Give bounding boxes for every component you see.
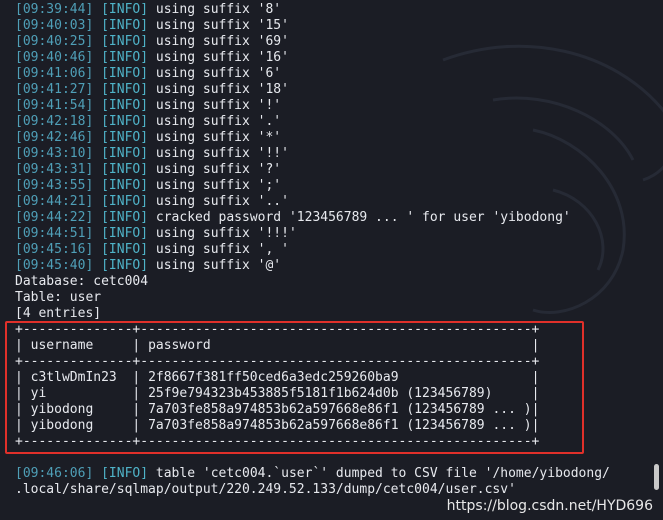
timestamp: [09:41:27] bbox=[15, 82, 94, 97]
timestamp: [09:41:54] bbox=[15, 98, 94, 113]
log-level: [INFO] bbox=[101, 82, 149, 97]
log-level: [INFO] bbox=[101, 226, 149, 241]
log-level: [INFO] bbox=[101, 466, 149, 481]
log-level: [INFO] bbox=[101, 114, 149, 129]
timestamp: [09:44:21] bbox=[15, 194, 94, 209]
log-message: using suffix '69' bbox=[155, 34, 289, 49]
log-level: [INFO] bbox=[101, 50, 149, 65]
timestamp: [09:43:10] bbox=[15, 146, 94, 161]
log-message: using suffix '16' bbox=[155, 50, 289, 65]
timestamp: [09:44:51] bbox=[15, 226, 94, 241]
log-level: [INFO] bbox=[101, 18, 149, 33]
log-line: [09:45:16] [INFO] using suffix ', ' bbox=[15, 242, 655, 258]
db-info-entries: [4 entries] bbox=[15, 306, 102, 321]
log-level: [INFO] bbox=[101, 194, 149, 209]
timestamp: [09:42:18] bbox=[15, 114, 94, 129]
log-level: [INFO] bbox=[101, 66, 149, 81]
log-level: [INFO] bbox=[101, 34, 149, 49]
log-line: [09:44:51] [INFO] using suffix '!!!' bbox=[15, 226, 655, 242]
log-level: [INFO] bbox=[101, 146, 149, 161]
log-level: [INFO] bbox=[101, 258, 149, 273]
log-line: [09:45:40] [INFO] using suffix '@' bbox=[15, 258, 655, 274]
log-line: [09:42:18] [INFO] using suffix '.' bbox=[15, 114, 655, 130]
log-message: using suffix '!!!' bbox=[155, 226, 297, 241]
log-message: using suffix '@' bbox=[155, 258, 282, 273]
log-line: [09:46:06] [INFO] table 'cetc004.`user`'… bbox=[15, 466, 655, 482]
log-message: using suffix '..' bbox=[155, 194, 289, 209]
log-line: [09:44:22] [INFO] cracked password '1234… bbox=[15, 210, 655, 226]
log-line: [09:40:46] [INFO] using suffix '16' bbox=[15, 50, 655, 66]
log-line: [09:41:06] [INFO] using suffix '6' bbox=[15, 66, 655, 82]
log-line: [09:43:31] [INFO] using suffix '?' bbox=[15, 162, 655, 178]
timestamp: [09:44:22] bbox=[15, 210, 94, 225]
log-message: using suffix '8' bbox=[155, 2, 282, 17]
timestamp: [09:43:55] bbox=[15, 178, 94, 193]
log-level: [INFO] bbox=[101, 178, 149, 193]
log-level: [INFO] bbox=[101, 130, 149, 145]
log-message: cracked password '123456789 ... ' for us… bbox=[155, 210, 571, 225]
timestamp: [09:46:06] bbox=[15, 466, 94, 481]
log-message: using suffix '6' bbox=[155, 66, 282, 81]
log-line: [09:41:54] [INFO] using suffix '!' bbox=[15, 98, 655, 114]
log-line: [09:40:03] [INFO] using suffix '15' bbox=[15, 18, 655, 34]
csdn-watermark-text: https://blog.csdn.net/HYD696 bbox=[446, 498, 653, 514]
log-message: using suffix '18' bbox=[155, 82, 289, 97]
log-line: [09:42:46] [INFO] using suffix '*' bbox=[15, 130, 655, 146]
timestamp: [09:45:16] bbox=[15, 242, 94, 257]
scrollbar-thumb[interactable] bbox=[654, 464, 659, 490]
terminal-window[interactable]: [09:39:44] [INFO] using suffix '8' [09:40… bbox=[0, 0, 663, 520]
log-message: using suffix '?' bbox=[155, 162, 282, 177]
timestamp: [09:43:31] bbox=[15, 162, 94, 177]
log-message: using suffix ', ' bbox=[155, 242, 289, 257]
log-message: using suffix '15' bbox=[155, 18, 289, 33]
red-highlight-box bbox=[5, 321, 584, 454]
log-message: using suffix '*' bbox=[155, 130, 282, 145]
log-line: [09:40:25] [INFO] using suffix '69' bbox=[15, 34, 655, 50]
log-level: [INFO] bbox=[101, 242, 149, 257]
log-output: [09:39:44] [INFO] using suffix '8' [09:40… bbox=[15, 2, 655, 322]
timestamp: [09:45:40] bbox=[15, 258, 94, 273]
log-line-continued: .local/share/sqlmap/output/220.249.52.13… bbox=[15, 482, 655, 498]
log-level: [INFO] bbox=[101, 2, 149, 17]
csv-dump-log: [09:46:06] [INFO] table 'cetc004.`user`'… bbox=[15, 466, 655, 498]
log-message-continued: .local/share/sqlmap/output/220.249.52.13… bbox=[15, 482, 516, 497]
timestamp: [09:42:46] bbox=[15, 130, 94, 145]
log-message: using suffix '!' bbox=[155, 98, 282, 113]
log-line: [09:39:44] [INFO] using suffix '8' bbox=[15, 2, 655, 18]
log-level: [INFO] bbox=[101, 162, 149, 177]
log-message: using suffix '.' bbox=[155, 114, 282, 129]
log-message: using suffix ';' bbox=[155, 178, 282, 193]
timestamp: [09:40:46] bbox=[15, 50, 94, 65]
log-line: [09:43:10] [INFO] using suffix '!!' bbox=[15, 146, 655, 162]
log-level: [INFO] bbox=[101, 210, 149, 225]
log-message: using suffix '!!' bbox=[155, 146, 289, 161]
timestamp: [09:39:44] bbox=[15, 2, 94, 17]
db-info-database: Database: cetc004 bbox=[15, 274, 149, 289]
log-line: [09:44:21] [INFO] using suffix '..' bbox=[15, 194, 655, 210]
log-message: table 'cetc004.`user`' dumped to CSV fil… bbox=[155, 466, 610, 481]
log-line: [09:43:55] [INFO] using suffix ';' bbox=[15, 178, 655, 194]
db-info-table: Table: user bbox=[15, 290, 102, 305]
log-level: [INFO] bbox=[101, 98, 149, 113]
timestamp: [09:40:25] bbox=[15, 34, 94, 49]
timestamp: [09:40:03] bbox=[15, 18, 94, 33]
timestamp: [09:41:06] bbox=[15, 66, 94, 81]
log-line: [09:41:27] [INFO] using suffix '18' bbox=[15, 82, 655, 98]
